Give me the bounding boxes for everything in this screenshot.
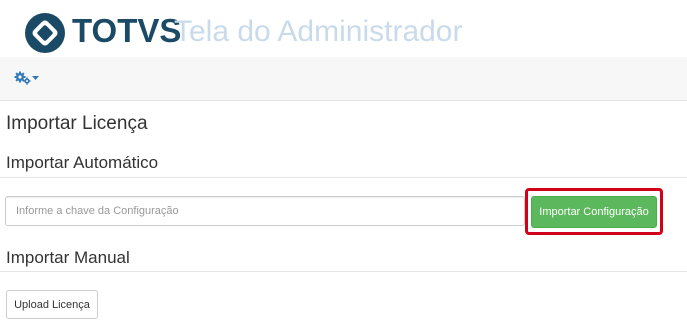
page-title: Importar Licença — [6, 113, 148, 134]
gears-dropdown-icon[interactable] — [13, 69, 41, 87]
app-title: Tela do Administrador — [174, 15, 463, 48]
header: TOTVS Tela do Administrador — [0, 0, 687, 57]
manual-import-title: Importar Manual — [6, 248, 130, 267]
section-divider — [0, 177, 687, 178]
totvs-logo-icon — [25, 13, 65, 53]
navbar — [0, 57, 687, 101]
auto-import-title: Importar Automático — [6, 153, 159, 172]
section-divider — [0, 271, 687, 272]
brand-name: TOTVS — [72, 12, 182, 49]
import-config-button[interactable]: Importar Configuração — [531, 196, 657, 228]
config-key-input[interactable] — [5, 196, 525, 226]
upload-license-button[interactable]: Upload Licença — [6, 290, 98, 319]
